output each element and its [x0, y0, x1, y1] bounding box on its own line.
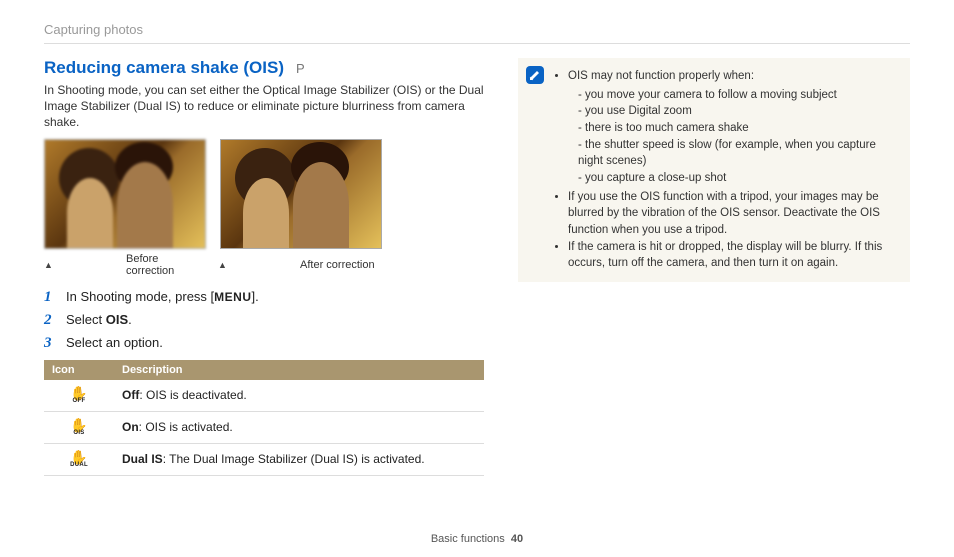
- caption-after: ▲ After correction: [218, 253, 378, 277]
- table-row: ✋OFF Off: OIS is deactivated.: [44, 380, 484, 412]
- hand-icon: ✋OFF: [70, 386, 87, 404]
- option-icon-off: ✋OFF: [44, 380, 114, 412]
- pencil-icon: [529, 69, 541, 81]
- caption-after-text: After correction: [300, 259, 378, 271]
- step-1: 1 In Shooting mode, press [MENU].: [44, 289, 484, 306]
- left-column: Reducing camera shake (OIS) P In Shootin…: [44, 58, 484, 476]
- caption-before-text: Before correction: [126, 253, 204, 277]
- step-text: Select OIS.: [66, 312, 132, 327]
- note-subitem: you use Digital zoom: [578, 103, 898, 120]
- option-desc: On: OIS is activated.: [114, 411, 484, 443]
- section-title: Reducing camera shake (OIS) P: [44, 58, 484, 78]
- note-sublist: you move your camera to follow a moving …: [568, 87, 898, 187]
- example-photos: [44, 139, 484, 249]
- manual-page: Capturing photos Reducing camera shake (…: [0, 0, 954, 557]
- step-3: 3 Select an option.: [44, 335, 484, 352]
- note-list: OIS may not function properly when: you …: [554, 68, 898, 272]
- breadcrumb: Capturing photos: [44, 22, 910, 37]
- step-number: 3: [44, 335, 56, 352]
- th-desc: Description: [114, 360, 484, 380]
- th-icon: Icon: [44, 360, 114, 380]
- step-number: 2: [44, 312, 56, 329]
- note-item: If you use the OIS function with a tripo…: [568, 189, 898, 239]
- footer-section: Basic functions: [431, 533, 505, 545]
- option-icon-on: ✋OIS: [44, 411, 114, 443]
- photo-before: [44, 139, 206, 249]
- step-text: In Shooting mode, press [MENU].: [66, 289, 259, 304]
- option-desc: Dual IS: The Dual Image Stabilizer (Dual…: [114, 443, 484, 475]
- table-row: ✋OIS On: OIS is activated.: [44, 411, 484, 443]
- page-number: 40: [511, 533, 523, 545]
- title-text: Reducing camera shake (OIS): [44, 58, 284, 78]
- step-2: 2 Select OIS.: [44, 312, 484, 329]
- note-subitem: you move your camera to follow a moving …: [578, 87, 898, 104]
- note-box: OIS may not function properly when: you …: [518, 58, 910, 282]
- hand-icon: ✋OIS: [70, 418, 87, 436]
- steps-list: 1 In Shooting mode, press [MENU]. 2 Sele…: [44, 289, 484, 352]
- note-subitem: the shutter speed is slow (for example, …: [578, 137, 898, 170]
- menu-button-label: MENU: [214, 290, 251, 304]
- note-item: OIS may not function properly when: you …: [568, 68, 898, 187]
- note-icon: [526, 66, 544, 84]
- photo-after: [220, 139, 382, 249]
- triangle-icon: ▲: [44, 260, 122, 270]
- columns: Reducing camera shake (OIS) P In Shootin…: [44, 58, 910, 476]
- step-number: 1: [44, 289, 56, 306]
- note-subitem: you capture a close-up shot: [578, 170, 898, 187]
- options-table: Icon Description ✋OFF Off: OIS is deacti…: [44, 360, 484, 476]
- page-footer: Basic functions 40: [0, 533, 954, 545]
- option-desc: Off: OIS is deactivated.: [114, 380, 484, 412]
- table-row: ✋DUAL Dual IS: The Dual Image Stabilizer…: [44, 443, 484, 475]
- option-icon-dual: ✋DUAL: [44, 443, 114, 475]
- intro-text: In Shooting mode, you can set either the…: [44, 82, 484, 131]
- caption-before: ▲ Before correction: [44, 253, 204, 277]
- note-subitem: there is too much camera shake: [578, 120, 898, 137]
- note-item: If the camera is hit or dropped, the dis…: [568, 239, 898, 272]
- photo-captions: ▲ Before correction ▲ After correction: [44, 253, 484, 277]
- right-column: OIS may not function properly when: you …: [518, 58, 910, 476]
- hand-icon: ✋DUAL: [70, 450, 88, 468]
- triangle-icon: ▲: [218, 260, 296, 270]
- rule: [44, 43, 910, 44]
- mode-badge: P: [296, 61, 305, 76]
- step-text: Select an option.: [66, 335, 163, 350]
